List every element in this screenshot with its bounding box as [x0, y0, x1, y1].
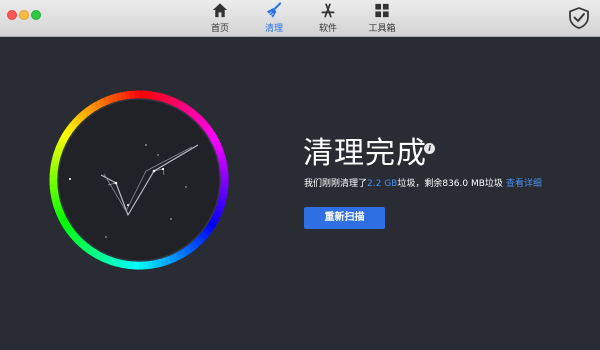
page-title: 清理完成: [303, 136, 427, 171]
tab-clean[interactable]: 清理: [251, 2, 297, 34]
info-icon[interactable]: i: [424, 143, 435, 154]
view-details-link[interactable]: 查看详细: [506, 179, 542, 189]
grid-icon: [375, 3, 389, 18]
window-zoom-button[interactable]: [31, 10, 41, 20]
tab-clean-label: 清理: [264, 24, 283, 34]
tab-toolbox-label: 工具箱: [368, 24, 396, 34]
shield-check-icon[interactable]: [567, 6, 591, 30]
clean-complete-ring: [49, 90, 229, 270]
tab-home[interactable]: 首页: [197, 2, 243, 34]
ring-inner-disc: [57, 98, 221, 262]
home-icon: [212, 3, 228, 18]
summary-prefix: 我们刚刚清理了: [304, 179, 368, 189]
cleaned-size: 2.2 GB: [367, 179, 398, 189]
clean-summary: 我们刚刚清理了2.2 GB垃圾，剩余836.0 MB垃圾 查看详细: [304, 176, 542, 189]
window-close-button[interactable]: [7, 10, 17, 20]
tab-software[interactable]: 软件: [305, 2, 351, 34]
broom-icon: [266, 2, 282, 18]
tab-toolbox[interactable]: 工具箱: [359, 2, 405, 34]
window-minimize-button[interactable]: [19, 10, 29, 20]
tab-software-label: 软件: [318, 24, 337, 34]
app-store-icon: [321, 3, 335, 18]
summary-remaining: 垃圾，剩余836.0 MB垃圾: [397, 179, 503, 189]
tab-home-label: 首页: [210, 24, 229, 34]
window-titlebar: 首页 清理 软件 工具箱: [0, 0, 600, 37]
rescan-button[interactable]: 重新扫描: [304, 207, 385, 229]
